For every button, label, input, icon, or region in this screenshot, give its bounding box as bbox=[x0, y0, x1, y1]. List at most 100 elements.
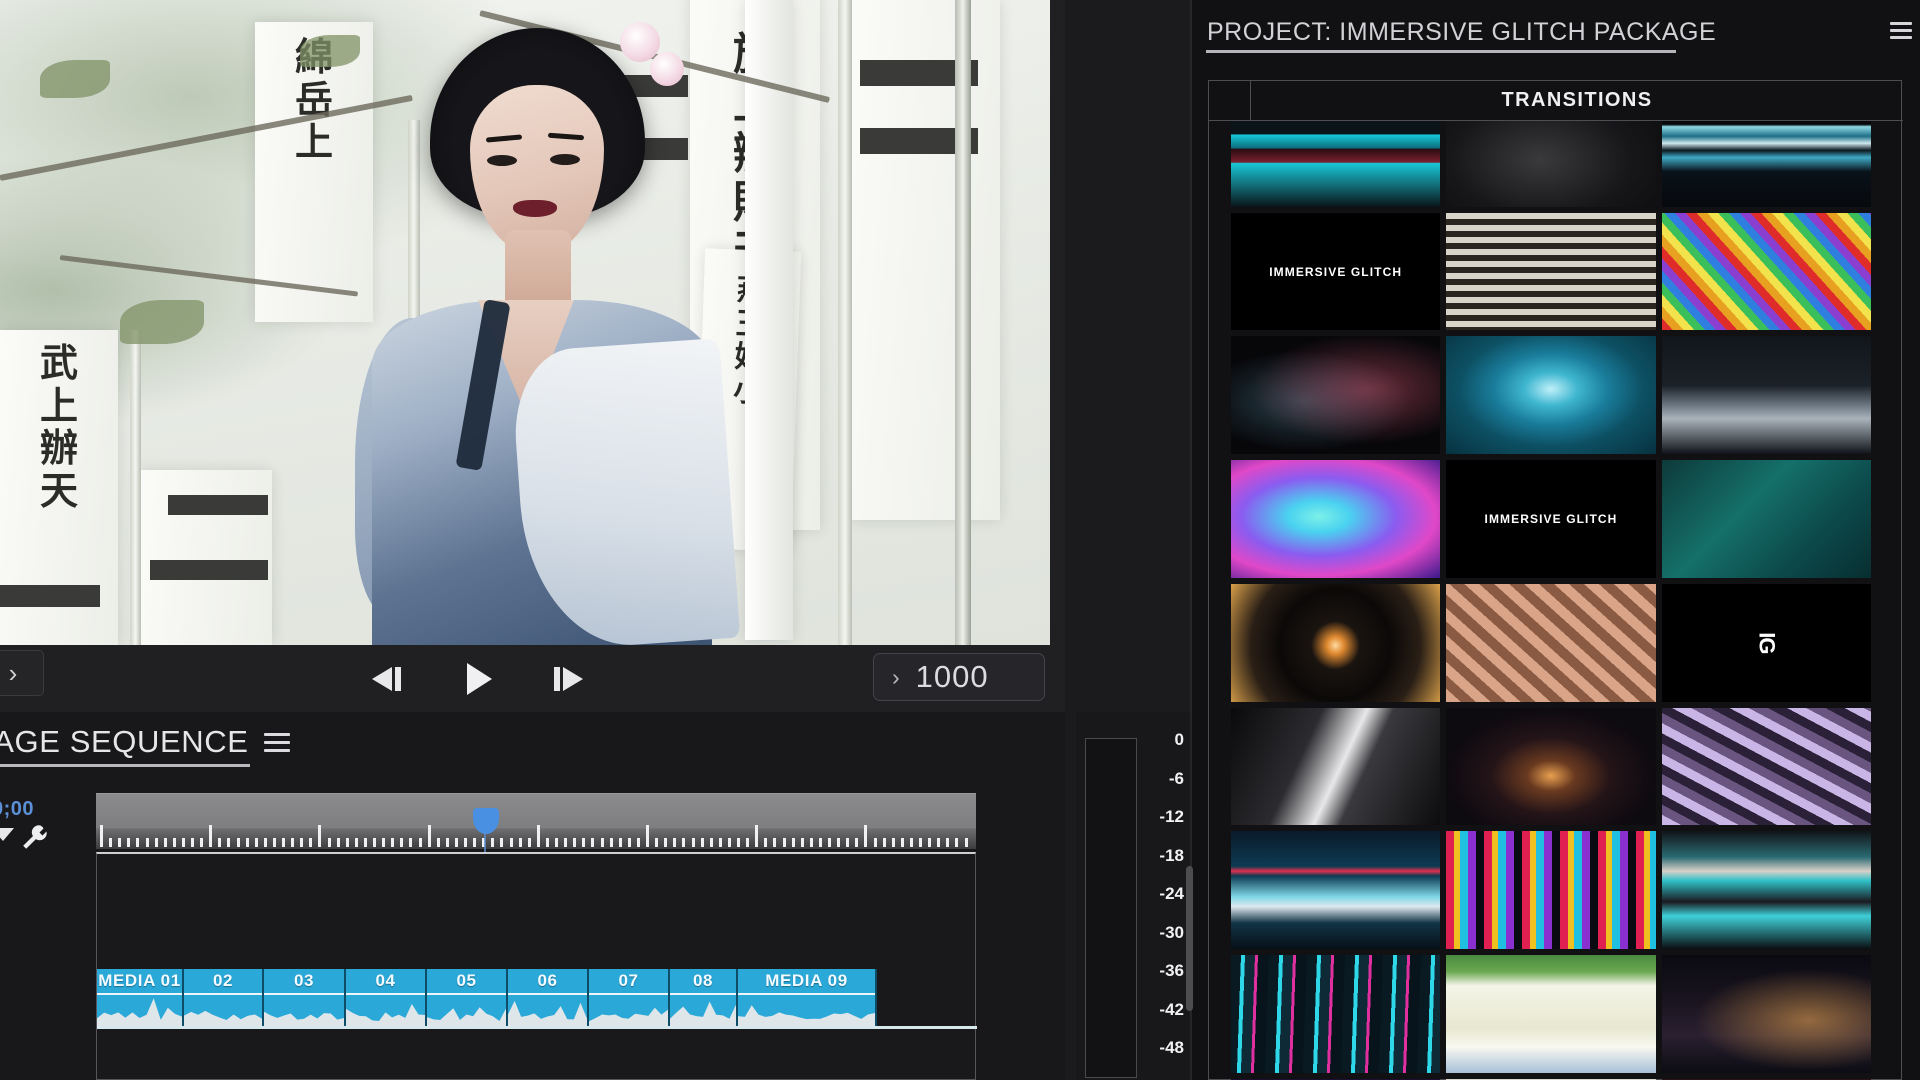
ruler-tick bbox=[691, 838, 695, 847]
editor-area: 旗上辦賊天 燕王姬小 武上辦天 綿岳上 bbox=[0, 0, 1190, 1080]
timeline-clip[interactable]: 04 bbox=[346, 969, 427, 1027]
ruler-tick bbox=[218, 838, 222, 847]
transition-thumbnail[interactable] bbox=[1661, 336, 1871, 455]
transition-thumbnail-label: IMMERSIVE GLITCH bbox=[1269, 264, 1403, 279]
timeline-tools bbox=[0, 818, 52, 858]
ruler-tick bbox=[837, 838, 841, 847]
project-browser-panel: PROJECT: IMMERSIVE GLITCH PACKAGE TRANSI… bbox=[1186, 0, 1920, 1080]
wrench-icon[interactable] bbox=[20, 822, 50, 852]
timeline-title: TAGE SEQUENCE bbox=[0, 724, 249, 759]
program-monitor-video[interactable]: 旗上辦賊天 燕王姬小 武上辦天 綿岳上 bbox=[0, 0, 1050, 645]
transition-thumbnail[interactable] bbox=[1446, 212, 1656, 331]
ruler-tick bbox=[154, 838, 158, 847]
transition-thumbnail[interactable] bbox=[1446, 955, 1656, 1073]
transition-thumbnail[interactable] bbox=[1231, 583, 1441, 702]
ruler-tick bbox=[791, 838, 795, 847]
transitions-grid: IMMERSIVE GLITCH IMMERSIVE GLITCH IG bbox=[1231, 121, 1871, 1080]
transitions-panel-frame: TRANSITIONS IMMERSIVE GLITCH IMMERSIVE GL… bbox=[1186, 80, 1903, 1080]
audio-meter-tick: 0 bbox=[1174, 730, 1184, 749]
ruler-tick bbox=[200, 838, 204, 847]
ruler-tick bbox=[846, 838, 850, 847]
timeline-clip[interactable]: 07 bbox=[589, 969, 670, 1027]
video-banner: 綿岳上 bbox=[255, 22, 373, 322]
ruler-tick bbox=[227, 838, 231, 847]
timeline-ruler[interactable] bbox=[96, 793, 976, 849]
transition-thumbnail[interactable] bbox=[1661, 212, 1871, 331]
ruler-tick bbox=[409, 838, 413, 847]
ruler-tick bbox=[209, 825, 213, 847]
transition-thumbnail[interactable] bbox=[1661, 460, 1871, 578]
video-banner bbox=[745, 0, 793, 640]
timeline-track-area[interactable]: MEDIA 01 02 03 04 05 06 07 08 MEDIA 09 bbox=[96, 852, 977, 1080]
play-button[interactable] bbox=[446, 656, 510, 702]
transition-thumbnail[interactable] bbox=[1231, 831, 1441, 950]
timeline-clip[interactable]: 06 bbox=[508, 969, 589, 1027]
timeline-clip-label: 02 bbox=[212, 971, 234, 990]
ruler-tick bbox=[891, 838, 895, 847]
audio-meter-tick: -6 bbox=[1168, 768, 1184, 788]
ruler-tick bbox=[545, 838, 549, 847]
clip-audio-waveform bbox=[589, 993, 668, 1027]
timeline-clip-row: MEDIA 01 02 03 04 05 06 07 08 MEDIA 09 bbox=[97, 969, 977, 1027]
ruler-tick bbox=[536, 825, 540, 847]
transition-thumbnail[interactable] bbox=[1231, 121, 1441, 207]
marker-triangle-icon[interactable] bbox=[0, 828, 14, 841]
ruler-tick bbox=[564, 838, 568, 847]
transition-thumbnail[interactable] bbox=[1446, 121, 1656, 207]
transition-thumbnail[interactable]: IG bbox=[1661, 583, 1871, 702]
tab-transitions[interactable]: TRANSITIONS bbox=[1251, 81, 1903, 120]
timeline-clip[interactable]: MEDIA 09 bbox=[738, 969, 877, 1027]
ruler-tick bbox=[655, 838, 659, 847]
transition-thumbnail[interactable] bbox=[1446, 831, 1656, 950]
ruler-tick bbox=[573, 838, 577, 847]
timeline-clip-label: 08 bbox=[692, 971, 714, 990]
expand-panel-button[interactable]: › bbox=[0, 650, 44, 696]
timeline-clip[interactable]: MEDIA 01 bbox=[97, 969, 184, 1027]
transition-thumbnail[interactable]: IMMERSIVE GLITCH bbox=[1231, 212, 1441, 331]
audio-meter-tick: -12 bbox=[1159, 807, 1184, 826]
step-forward-button[interactable] bbox=[536, 656, 600, 702]
timeline-clip[interactable]: 05 bbox=[427, 969, 508, 1027]
ruler-tick bbox=[500, 838, 504, 847]
transition-thumbnail[interactable] bbox=[1446, 707, 1656, 826]
timeline-clip[interactable]: 02 bbox=[184, 969, 264, 1027]
step-back-button[interactable] bbox=[355, 656, 419, 702]
ruler-tick bbox=[627, 838, 631, 847]
project-header: PROJECT: IMMERSIVE GLITCH PACKAGE bbox=[1190, 0, 1920, 62]
hamburger-menu-icon[interactable] bbox=[1890, 22, 1912, 41]
video-banner-stripe bbox=[168, 495, 268, 515]
ruler-tick bbox=[755, 825, 759, 847]
ruler-tick bbox=[646, 825, 649, 847]
timeline-clip[interactable]: 08 bbox=[670, 969, 738, 1027]
video-banner-stripe bbox=[0, 585, 100, 607]
transition-thumbnail[interactable]: IMMERSIVE GLITCH bbox=[1446, 460, 1656, 578]
video-subject-neck bbox=[505, 230, 571, 310]
transition-thumbnail[interactable] bbox=[1231, 707, 1441, 826]
timeline-clip[interactable]: 03 bbox=[264, 969, 346, 1027]
transition-thumbnail[interactable] bbox=[1661, 121, 1871, 207]
transition-thumbnail[interactable] bbox=[1661, 955, 1871, 1073]
transition-thumbnail[interactable] bbox=[1231, 336, 1441, 455]
panel-corner-cell[interactable] bbox=[1209, 81, 1251, 120]
transition-thumbnail[interactable] bbox=[1446, 583, 1656, 702]
ruler-tick bbox=[282, 838, 285, 847]
ruler-tick bbox=[518, 838, 522, 847]
browser-scrollbar-thumb[interactable] bbox=[1186, 866, 1193, 1011]
transition-thumbnail[interactable] bbox=[1231, 460, 1441, 578]
browser-scrollbar[interactable] bbox=[1185, 121, 1193, 1080]
transition-thumbnail[interactable] bbox=[1231, 955, 1441, 1073]
timeline-clip-label: 06 bbox=[537, 971, 558, 990]
transition-thumbnail[interactable] bbox=[1661, 831, 1871, 950]
clip-audio-waveform bbox=[264, 993, 344, 1027]
audio-meter-panel: 0 -6 -12 -18 -24 -30 -36 -42 -48 bbox=[1076, 712, 1190, 1080]
frame-number-field[interactable]: › 1000 bbox=[873, 653, 1045, 701]
ruler-tick bbox=[181, 838, 185, 847]
transition-thumbnail[interactable] bbox=[1661, 707, 1871, 826]
timeline-clip-label: 07 bbox=[618, 971, 639, 990]
ruler-tick bbox=[527, 838, 531, 847]
transition-thumbnail[interactable] bbox=[1446, 336, 1656, 455]
ruler-tick bbox=[127, 838, 131, 847]
ruler-tick bbox=[928, 838, 932, 847]
ruler-tick bbox=[664, 838, 668, 847]
hamburger-menu-icon[interactable] bbox=[264, 733, 290, 755]
